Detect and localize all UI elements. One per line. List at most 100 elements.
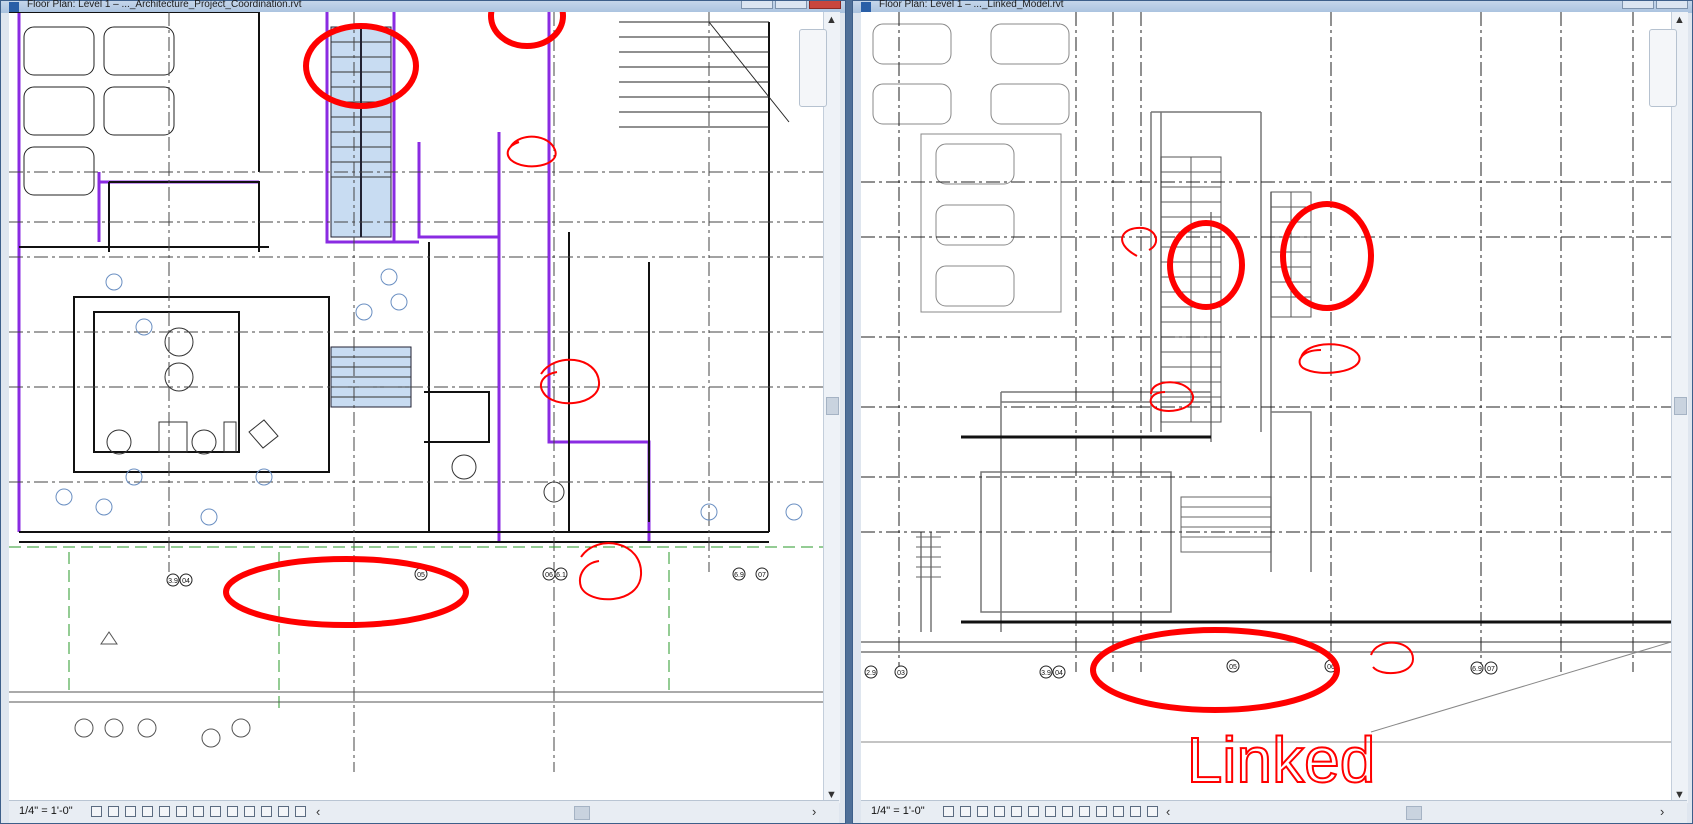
markup-circle-top bbox=[488, 12, 566, 49]
right-view-control-bar: 1/4" = 1'-0" ‹ › bbox=[861, 800, 1687, 823]
hscroll-right-chevron-icon[interactable]: › bbox=[812, 804, 816, 819]
svg-text:05: 05 bbox=[417, 572, 425, 579]
markup-circle-stair-left bbox=[1167, 220, 1245, 310]
reveal-hidden-icon[interactable] bbox=[1079, 806, 1090, 817]
right-vscroll-thumb[interactable] bbox=[1674, 397, 1687, 415]
left-hscroll-thumb[interactable] bbox=[574, 806, 590, 820]
left-drawing-canvas[interactable]: 3.9 04 05 06 6.1 6.9 07 bbox=[9, 12, 823, 803]
grid-bubble: 3.9 bbox=[166, 573, 180, 587]
close-button[interactable] bbox=[1656, 1, 1688, 9]
grid-bubble: 06 bbox=[542, 567, 556, 581]
analytical-model-icon[interactable] bbox=[227, 806, 238, 817]
revit-app-icon bbox=[861, 2, 871, 12]
detail-level-icon[interactable] bbox=[91, 806, 102, 817]
highlight-displacement-icon[interactable] bbox=[1113, 806, 1124, 817]
grid-bubble: 07 bbox=[755, 567, 769, 581]
svg-text:05: 05 bbox=[1229, 664, 1237, 671]
left-window-title: Floor Plan: Level 1 – ..._Architecture_P… bbox=[27, 0, 302, 10]
crop-view-icon[interactable] bbox=[159, 806, 170, 817]
grid-bubble: 05 bbox=[1226, 659, 1240, 673]
detail-level-icon[interactable] bbox=[943, 806, 954, 817]
visual-style-icon[interactable] bbox=[108, 806, 119, 817]
svg-text:2.9: 2.9 bbox=[866, 670, 876, 677]
worksharing-display-icon[interactable] bbox=[1147, 806, 1158, 817]
revit-app-icon bbox=[9, 2, 19, 12]
stair-left-middle bbox=[330, 346, 412, 408]
markup-scribble-4 bbox=[1370, 641, 1415, 675]
left-vertical-scrollbar[interactable]: ▲ ▼ bbox=[823, 12, 840, 803]
analytical-model-icon[interactable] bbox=[1096, 806, 1107, 817]
hscroll-right-chevron-icon[interactable]: › bbox=[1660, 804, 1664, 819]
visual-style-icon[interactable] bbox=[960, 806, 971, 817]
grid-bubble: 04 bbox=[179, 573, 193, 587]
left-floor-plan: 3.9 04 05 06 6.1 6.9 07 bbox=[9, 12, 823, 772]
stair-left-top bbox=[330, 26, 392, 238]
grid-bubble: 6.9 bbox=[1470, 661, 1484, 675]
markup-linked-label: Linked bbox=[1187, 724, 1376, 796]
svg-text:07: 07 bbox=[1487, 666, 1495, 673]
grid-bubble: 6.1 bbox=[554, 567, 568, 581]
sun-path-icon[interactable] bbox=[125, 806, 136, 817]
reveal-hidden-icon[interactable] bbox=[210, 806, 221, 817]
highlight-displacement-icon[interactable] bbox=[244, 806, 255, 817]
navigation-bar[interactable] bbox=[1649, 29, 1677, 107]
show-crop-region-icon[interactable] bbox=[1045, 806, 1056, 817]
svg-text:04: 04 bbox=[182, 578, 190, 585]
view-scale[interactable]: 1/4" = 1'-0" bbox=[871, 805, 925, 817]
svg-text:3.9: 3.9 bbox=[1041, 670, 1051, 677]
show-crop-region-icon[interactable] bbox=[176, 806, 187, 817]
grid-bubble: 07 bbox=[1484, 661, 1498, 675]
markup-scribble-3 bbox=[579, 542, 643, 601]
view-scale[interactable]: 1/4" = 1'-0" bbox=[19, 805, 73, 817]
grid-bubble: 2.9 bbox=[864, 665, 878, 679]
markup-ellipse-entry bbox=[223, 556, 469, 628]
svg-text:04: 04 bbox=[1055, 670, 1063, 677]
reveal-constraints-icon[interactable] bbox=[261, 806, 272, 817]
worksharing-display-icon[interactable] bbox=[278, 806, 289, 817]
svg-text:3.9: 3.9 bbox=[168, 578, 178, 585]
svg-text:03: 03 bbox=[897, 670, 905, 677]
crop-view-icon[interactable] bbox=[1028, 806, 1039, 817]
svg-text:07: 07 bbox=[758, 572, 766, 579]
navigation-bar[interactable] bbox=[799, 29, 827, 107]
right-drawing-canvas[interactable]: 2.9 03 3.9 04 05 06 6.9 07 Linked bbox=[861, 12, 1671, 803]
markup-annotations bbox=[223, 12, 643, 628]
grid-bubble: 3.9 bbox=[1039, 665, 1053, 679]
scroll-up-arrow-icon[interactable]: ▲ bbox=[1674, 14, 1685, 26]
stair-right-top bbox=[619, 21, 790, 128]
grid-bubble: 04 bbox=[1052, 665, 1066, 679]
sun-path-icon[interactable] bbox=[977, 806, 988, 817]
render-icon[interactable] bbox=[1011, 806, 1022, 817]
grid-bubble: 03 bbox=[894, 665, 908, 679]
left-view-window: Floor Plan: Level 1 – ..._Architecture_P… bbox=[0, 0, 846, 824]
svg-text:06: 06 bbox=[545, 572, 553, 579]
markup-scribble-2 bbox=[1298, 343, 1361, 374]
left-view-control-bar: 1/4" = 1'-0" ‹ › bbox=[9, 800, 839, 823]
markup-circle-stair-right bbox=[1280, 201, 1374, 311]
grid-bubble: 6.9 bbox=[732, 567, 746, 581]
left-vscroll-thumb[interactable] bbox=[826, 397, 839, 415]
right-view-window: Floor Plan: Level 1 – ..._Linked_Model.r… bbox=[852, 0, 1693, 824]
svg-text:6.1: 6.1 bbox=[556, 572, 566, 579]
right-window-title: Floor Plan: Level 1 – ..._Linked_Model.r… bbox=[879, 0, 1064, 10]
temporary-hide-icon[interactable] bbox=[1062, 806, 1073, 817]
right-hscroll-thumb[interactable] bbox=[1406, 806, 1422, 820]
parking-cars bbox=[23, 26, 175, 196]
right-vertical-scrollbar[interactable]: ▲ ▼ bbox=[1671, 12, 1688, 803]
svg-text:6.9: 6.9 bbox=[1472, 666, 1482, 673]
hscroll-left-chevron-icon[interactable]: ‹ bbox=[316, 804, 320, 819]
maximize-button[interactable] bbox=[1622, 1, 1654, 9]
shadows-icon[interactable] bbox=[994, 806, 1005, 817]
hscroll-left-chevron-icon[interactable]: ‹ bbox=[1166, 804, 1170, 819]
minimize-button[interactable] bbox=[741, 1, 773, 9]
svg-text:6.9: 6.9 bbox=[734, 572, 744, 579]
right-floor-plan: 2.9 03 3.9 04 05 06 6.9 07 Linked bbox=[861, 12, 1671, 797]
parking-cars bbox=[872, 23, 1070, 313]
temporary-hide-icon[interactable] bbox=[193, 806, 204, 817]
close-button[interactable] bbox=[809, 1, 841, 9]
shadows-icon[interactable] bbox=[142, 806, 153, 817]
maximize-button[interactable] bbox=[775, 1, 807, 9]
temporary-view-properties-icon[interactable] bbox=[295, 806, 306, 817]
scroll-up-arrow-icon[interactable]: ▲ bbox=[826, 14, 837, 26]
reveal-constraints-icon[interactable] bbox=[1130, 806, 1141, 817]
